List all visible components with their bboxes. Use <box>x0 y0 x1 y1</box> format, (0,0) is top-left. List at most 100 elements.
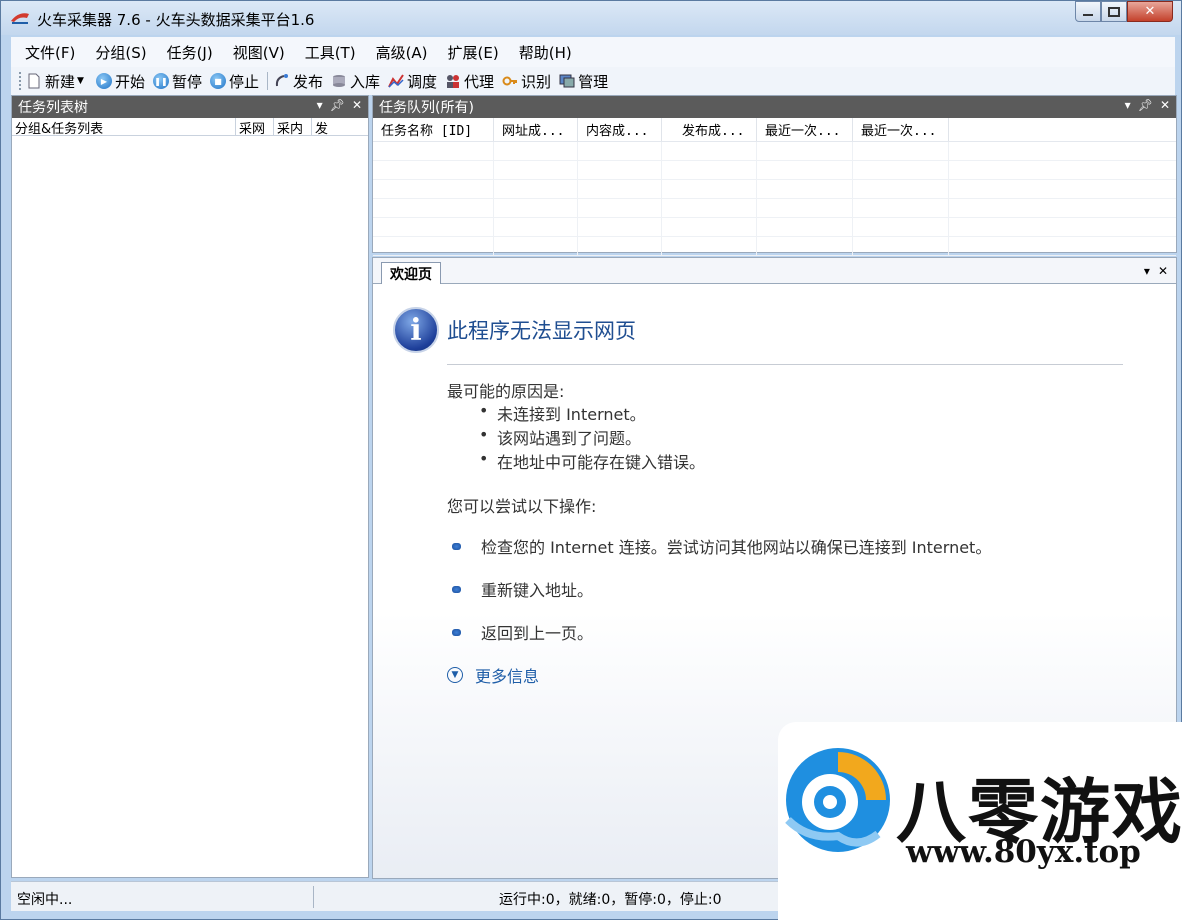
action-item: 检查您的 Internet 连接。尝试访问其他网站以确保已连接到 Interne… <box>447 534 991 558</box>
cause-list: 未连接到 Internet。 该网站遇到了问题。 在地址中可能存在键入错误。 <box>477 401 705 473</box>
chevron-down-icon[interactable]: ▾ <box>1144 264 1150 278</box>
tree-column-header[interactable]: 分组&任务列表 <box>12 118 236 135</box>
chevron-down-icon[interactable]: ▾ <box>1125 98 1131 112</box>
more-info-link[interactable]: ▼ 更多信息 <box>447 663 539 687</box>
menu-bar: 文件(F) 分组(S) 任务(J) 视图(V) 工具(T) 高级(A) 扩展(E… <box>11 37 1175 67</box>
status-counts: 运行中:0，就绪:0，暂停:0，停止:0 <box>499 892 722 908</box>
chevron-down-circle-icon: ▼ <box>447 667 463 683</box>
list-item: 该网站遇到了问题。 <box>477 425 705 449</box>
dropdown-arrow-icon[interactable]: ▼ <box>77 76 84 86</box>
new-document-icon <box>28 73 40 89</box>
users-icon <box>447 75 460 88</box>
schedule-label: 调度 <box>407 72 438 91</box>
menu-group[interactable]: 分组(S) <box>85 42 156 63</box>
queue-column-header[interactable]: 最近一次... <box>853 118 949 141</box>
toolbar: 新建 ▼ ▶ 开始 ❚❚ 暂停 ■ 停止 发布 入库 调度 代理 识别 管理 <box>11 67 1175 95</box>
pause-label: 暂停 <box>171 72 202 91</box>
cause-label: 最可能的原因是: <box>447 382 565 401</box>
table-row[interactable] <box>373 161 1176 180</box>
window-title: 火车采集器 7.6 - 火车头数据采集平台1.6 <box>37 11 315 29</box>
list-item: 未连接到 Internet。 <box>477 401 705 425</box>
window-controls: ✕ <box>1075 1 1173 23</box>
maximize-button[interactable] <box>1101 1 1127 22</box>
close-icon: ✕ <box>1144 4 1156 19</box>
pin-icon[interactable]: 📌︎ <box>1138 98 1153 112</box>
queue-column-header[interactable]: 任务名称 [ID] <box>373 118 494 141</box>
bullet-icon <box>452 628 461 636</box>
table-row[interactable] <box>373 142 1176 161</box>
publish-label: 发布 <box>292 72 323 91</box>
task-tree-title: 任务列表树 <box>18 100 88 116</box>
close-icon[interactable]: ✕ <box>1158 264 1168 278</box>
proxy-label: 代理 <box>464 72 495 91</box>
task-queue-columns: 任务名称 [ID] 网址成... 内容成... 发布成... 最近一次... 最… <box>373 118 1176 142</box>
minimize-button[interactable] <box>1075 1 1101 22</box>
action-text: 返回到上一页。 <box>481 624 594 643</box>
list-item: 在地址中可能存在键入错误。 <box>477 449 705 473</box>
tab-welcome[interactable]: 欢迎页 <box>381 262 441 284</box>
key-icon <box>502 76 518 86</box>
tree-column-header[interactable]: 采内 <box>274 118 312 135</box>
queue-column-header[interactable]: 最近一次... <box>757 118 853 141</box>
info-icon: i <box>393 307 439 353</box>
new-button[interactable]: 新建 ▼ <box>26 71 88 92</box>
start-button[interactable]: ▶ 开始 <box>95 71 145 92</box>
maximize-icon <box>1108 6 1120 17</box>
action-text: 重新键入地址。 <box>481 581 594 600</box>
menu-extensions[interactable]: 扩展(E) <box>438 42 509 63</box>
import-label: 入库 <box>350 72 381 91</box>
menu-task[interactable]: 任务(J) <box>157 42 223 63</box>
stop-button[interactable]: ■ 停止 <box>209 71 259 92</box>
pin-icon[interactable]: 📌︎ <box>330 98 345 112</box>
queue-column-header[interactable]: 内容成... <box>578 118 662 141</box>
watermark: 八零游戏 www.80yx.top <box>778 722 1182 920</box>
action-item: 重新键入地址。 <box>447 577 593 601</box>
manage-label: 管理 <box>578 72 609 91</box>
queue-column-header[interactable]: 发布成... <box>662 118 757 141</box>
title-bar[interactable]: 火车采集器 7.6 - 火车头数据采集平台1.6 ✕ <box>1 1 1181 35</box>
table-row[interactable] <box>373 237 1176 256</box>
monitor-icon <box>559 74 575 88</box>
queue-column-header[interactable]: 网址成... <box>494 118 578 141</box>
task-queue-panel: 任务队列(所有) ▾ 📌︎ ✕ 任务名称 [ID] 网址成... 内容成... … <box>372 95 1177 256</box>
table-row[interactable] <box>373 199 1176 218</box>
tree-column-header[interactable]: 采网 <box>236 118 274 135</box>
status-idle: 空闲中... <box>17 892 73 908</box>
tree-column-header[interactable]: 发 <box>312 118 368 135</box>
menu-tools[interactable]: 工具(T) <box>295 42 366 63</box>
divider <box>447 364 1123 365</box>
toolbar-grip[interactable] <box>19 72 22 90</box>
manage-button[interactable]: 管理 <box>559 71 608 92</box>
watermark-url: www.80yx.top <box>906 834 1141 870</box>
menu-view[interactable]: 视图(V) <box>223 42 295 63</box>
start-label: 开始 <box>114 72 145 91</box>
minimize-icon <box>1083 13 1093 16</box>
schedule-button[interactable]: 调度 <box>388 71 437 92</box>
table-row[interactable] <box>373 180 1176 199</box>
menu-file[interactable]: 文件(F) <box>11 42 85 63</box>
menu-advanced[interactable]: 高级(A) <box>366 42 438 63</box>
publish-button[interactable]: 发布 <box>274 71 323 92</box>
satellite-icon <box>275 74 288 87</box>
stop-icon: ■ <box>209 73 226 89</box>
close-button[interactable]: ✕ <box>1127 1 1173 22</box>
recognize-label: 识别 <box>521 72 552 91</box>
stop-label: 停止 <box>228 72 259 91</box>
import-button[interactable]: 入库 <box>331 71 380 92</box>
pause-button[interactable]: ❚❚ 暂停 <box>152 71 202 92</box>
task-queue-rows <box>373 142 1176 256</box>
close-icon[interactable]: ✕ <box>352 98 362 112</box>
database-icon <box>333 75 345 87</box>
menu-help[interactable]: 帮助(H) <box>509 42 582 63</box>
task-tree-header: 任务列表树 ▾ 📌︎ ✕ <box>12 96 368 118</box>
bullet-icon <box>452 585 461 593</box>
chevron-down-icon[interactable]: ▾ <box>317 98 323 112</box>
proxy-button[interactable]: 代理 <box>445 71 494 92</box>
cloud-swirl-logo-icon <box>785 748 890 852</box>
error-title: 此程序无法显示网页 <box>447 319 636 343</box>
close-icon[interactable]: ✕ <box>1160 98 1170 112</box>
recognize-button[interactable]: 识别 <box>502 71 551 92</box>
status-separator <box>313 886 314 908</box>
table-row[interactable] <box>373 218 1176 237</box>
play-icon: ▶ <box>95 73 112 89</box>
